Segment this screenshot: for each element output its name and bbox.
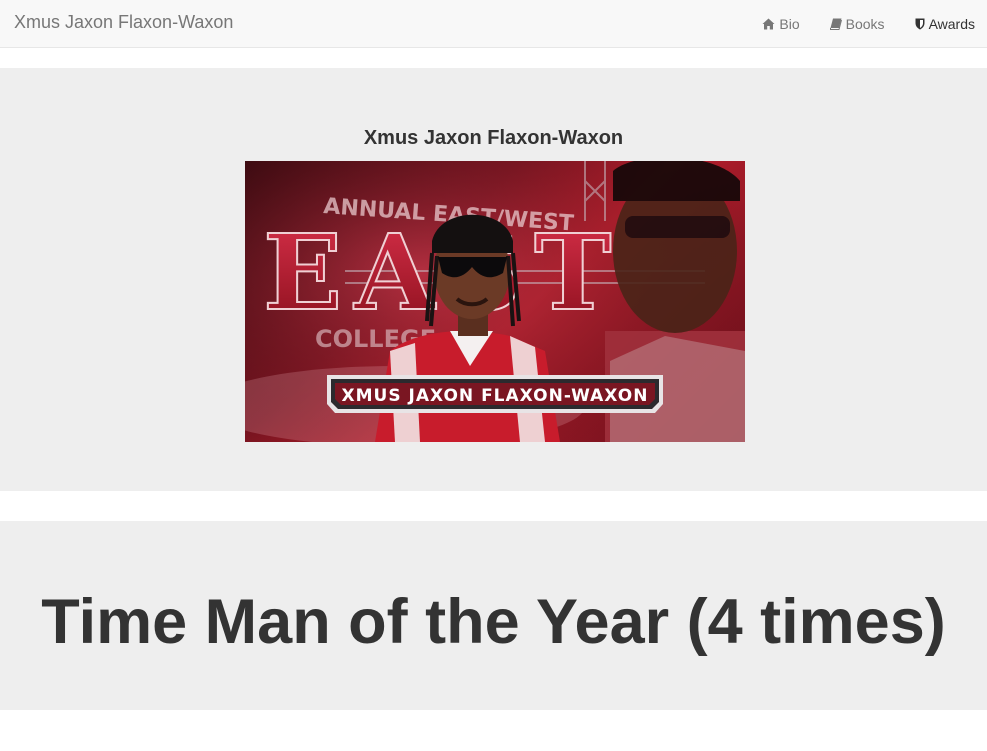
nav-item-awards[interactable]: Awards <box>915 16 975 32</box>
brand-link[interactable]: Xmus Jaxon Flaxon-Waxon <box>14 12 233 33</box>
nav-item-bio-label: Bio <box>779 15 800 32</box>
shield-icon <box>915 18 925 30</box>
navbar: Xmus Jaxon Flaxon-Waxon Bio Books Awards <box>0 0 987 48</box>
image-banner-text: XMUS JAXON FLAXON-WAXON <box>342 386 649 406</box>
book-icon <box>829 18 842 30</box>
nav-item-books-label: Books <box>845 15 885 32</box>
home-icon <box>762 18 775 30</box>
award-title: Time Man of the Year (4 times) <box>41 587 946 657</box>
profile-photo: ANNUAL EAST/WEST EAST COLLEGE <box>245 161 745 442</box>
nav-item-awards-label: Awards <box>928 15 975 32</box>
nav-item-books[interactable]: Books <box>829 15 885 32</box>
nav-item-bio[interactable]: Bio <box>762 15 800 32</box>
nav-menu: Bio Books Awards <box>732 0 975 47</box>
image-name-banner: XMUS JAXON FLAXON-WAXON <box>327 375 663 413</box>
profile-name: Xmus Jaxon Flaxon-Waxon <box>363 127 624 149</box>
